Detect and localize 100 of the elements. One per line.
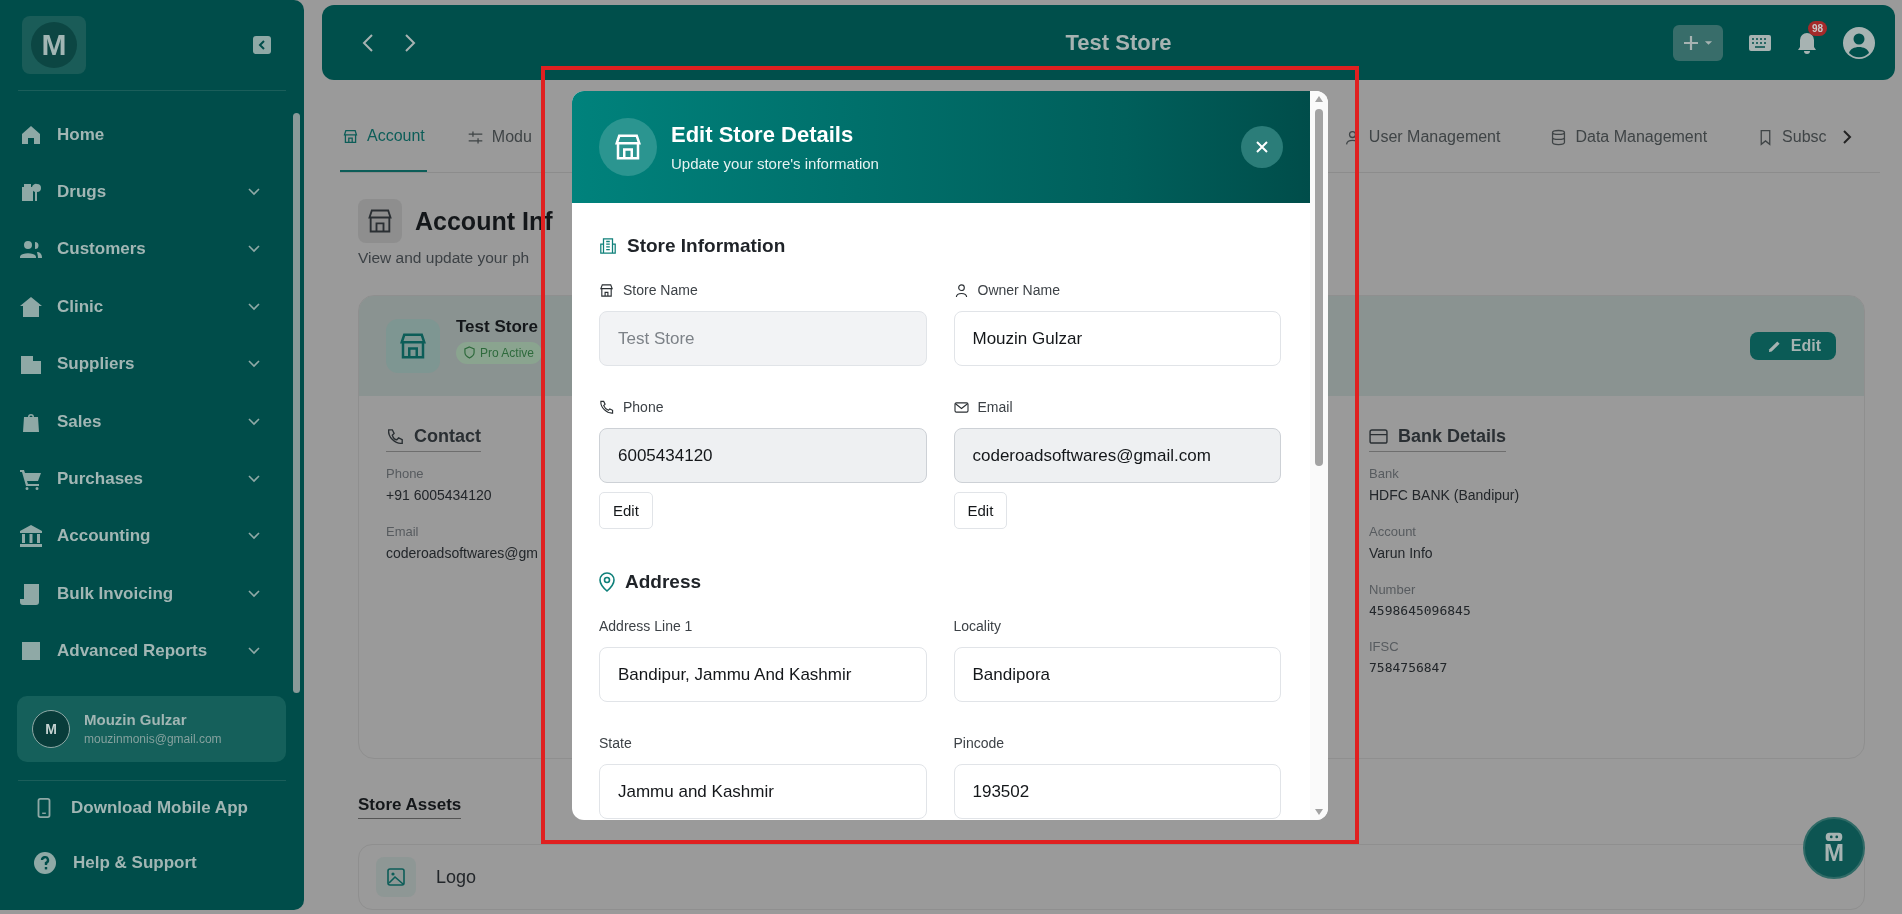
clinic-icon [19, 294, 43, 319]
notification-count: 98 [1808, 20, 1828, 36]
tab[interactable]: Subsc [1755, 102, 1829, 172]
tab[interactable]: User Management [1341, 102, 1503, 172]
tab[interactable]: Modu [464, 102, 534, 172]
input-field[interactable]: coderoadsoftwares@gmail.com [953, 428, 1281, 483]
shield-icon [464, 346, 475, 359]
store-icon [599, 282, 614, 298]
notification-bell-icon[interactable] [1797, 30, 1817, 55]
scrollbar-thumb[interactable] [293, 113, 300, 693]
mail-icon [953, 400, 969, 414]
sidebar-item[interactable]: Purchases [0, 450, 304, 508]
plus-icon [1683, 34, 1699, 51]
store-icon [386, 319, 440, 373]
sidebar-item[interactable]: Suppliers [0, 335, 304, 393]
help-icon [33, 851, 57, 876]
sidebar-item[interactable]: Bulk Invoicing [0, 565, 304, 623]
info-heading: Bank Details [1369, 426, 1507, 452]
close-icon [1255, 140, 1269, 154]
app-logo[interactable]: M [22, 15, 86, 74]
store-icon [342, 127, 359, 145]
phone-icon [599, 399, 614, 415]
assistant-button[interactable]: M [1803, 817, 1865, 879]
forward-icon[interactable] [404, 32, 416, 53]
section-heading: Address [625, 571, 702, 593]
caret-icon [1704, 39, 1713, 46]
sidebar-collapse-icon[interactable] [252, 34, 272, 55]
scrollbar-thumb[interactable] [1315, 109, 1323, 466]
input-field[interactable]: 193502 [953, 764, 1281, 819]
field-value: 7584756847 [1369, 660, 1449, 675]
section-heading: Store Assets [358, 795, 462, 819]
field-label: Pincode [953, 735, 1005, 751]
image-icon [376, 857, 416, 897]
field-label: Store Name [623, 282, 698, 298]
field-value: Varun Info [1369, 545, 1434, 561]
field-value: +91 6005434120 [386, 487, 493, 503]
input-field[interactable]: 6005434120 [599, 428, 927, 483]
input-field[interactable]: Bandipur, Jammu And Kashmir [599, 647, 927, 702]
sidebar-item[interactable]: Sales [0, 392, 304, 451]
person-icon [953, 282, 969, 298]
chevron-right-icon[interactable] [1842, 129, 1852, 145]
field-label: Account [1369, 524, 1417, 539]
edit-button[interactable]: Edit [1749, 332, 1836, 360]
arrow-down-icon[interactable] [1314, 808, 1324, 816]
profile-icon[interactable] [1843, 26, 1875, 59]
field-label: Email [386, 524, 420, 539]
keyboard-icon[interactable] [1749, 34, 1771, 51]
user-avatar: M [32, 709, 70, 748]
field-label: IFSC [1369, 639, 1400, 654]
field-value: HDFC BANK (Bandipur) [1369, 487, 1521, 503]
arrow-up-icon[interactable] [1314, 95, 1324, 103]
page-title: Test Store [1065, 29, 1172, 56]
cart-icon [19, 467, 43, 492]
sidebar-item[interactable]: Advanced Reports [0, 622, 304, 680]
tab[interactable]: Data Management [1548, 102, 1710, 172]
input-field[interactable]: Bandipora [953, 647, 1281, 702]
section-heading: Store Information [627, 235, 786, 257]
user-card[interactable]: M Mouzin Gulzar mouzinmonis@gmail.com [17, 695, 286, 762]
field-label: Phone [623, 399, 664, 415]
field-label: Phone [386, 466, 425, 481]
user-name: Mouzin Gulzar [84, 711, 188, 729]
field-label: Email [977, 399, 1013, 415]
badge-label: Pro Active [480, 345, 535, 360]
input-field[interactable]: Jammu and Kashmir [599, 764, 927, 819]
robot-icon [1823, 830, 1845, 842]
dialog-subtitle: Update your store's information [671, 155, 880, 172]
bank-icon [19, 524, 43, 549]
close-button[interactable] [1241, 126, 1283, 168]
field-value: 4598645096845 [1369, 603, 1472, 618]
location-pin-icon [599, 572, 615, 592]
sidebar-item[interactable]: Customers [0, 220, 304, 279]
user-email: mouzinmonis@gmail.com [84, 732, 222, 747]
scrollbar[interactable] [1310, 91, 1328, 820]
sidebar-link[interactable]: Help & Support [0, 835, 304, 891]
field-label: Address Line 1 [599, 618, 693, 634]
input-field[interactable]: Mouzin Gulzar [953, 311, 1281, 366]
edit-button[interactable]: Edit [599, 492, 653, 529]
phone-icon [386, 427, 404, 446]
info-heading: Contact [386, 426, 481, 452]
edit-button[interactable]: Edit [953, 492, 1008, 529]
database-icon [1550, 128, 1568, 146]
tab[interactable]: Account [340, 102, 427, 172]
back-icon[interactable] [362, 32, 374, 53]
field-label: Owner Name [977, 282, 1060, 298]
sidebar-item[interactable]: Home [0, 106, 304, 164]
card-icon [1369, 429, 1388, 444]
field-label: Number [1369, 582, 1417, 597]
sidebar-item[interactable]: Accounting [0, 507, 304, 566]
dialog-title: Edit Store Details [671, 122, 855, 148]
store-icon [358, 199, 402, 243]
field-label: Locality [953, 618, 1001, 634]
add-button[interactable] [1673, 24, 1723, 61]
field-value: coderoadsoftwares@gm [386, 545, 539, 561]
sidebar-item[interactable]: Drugs [0, 163, 304, 221]
store-name: Test Store [456, 316, 538, 337]
pencil-icon [1767, 339, 1781, 353]
field-label: Bank [1369, 466, 1400, 481]
sidebar-item[interactable]: Clinic [0, 278, 304, 336]
field-label: State [599, 735, 632, 751]
sidebar-link[interactable]: Download Mobile App [0, 780, 304, 836]
